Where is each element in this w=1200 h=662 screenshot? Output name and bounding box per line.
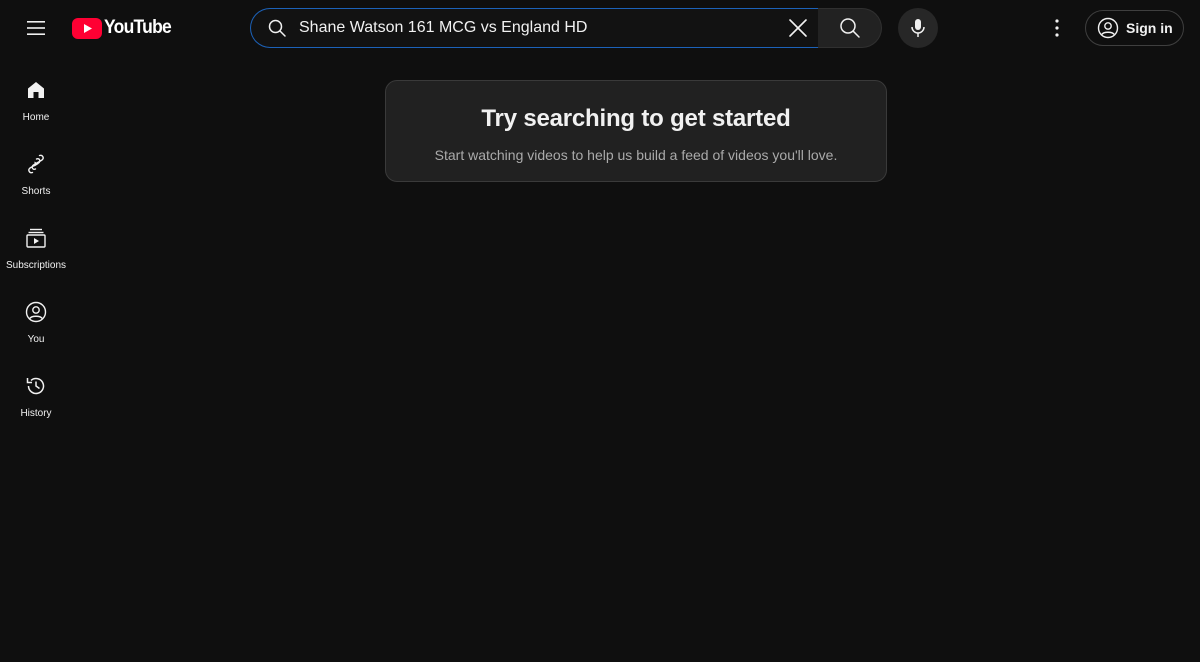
sign-in-label: Sign in <box>1126 20 1173 36</box>
youtube-play-logo-icon <box>72 17 102 39</box>
sidebar-item-label: You <box>27 334 45 345</box>
search-icon <box>839 18 860 38</box>
sign-in-button[interactable]: Sign in <box>1085 10 1184 46</box>
home-icon <box>24 78 48 102</box>
sidebar-item-home[interactable]: Home <box>4 56 68 130</box>
logo-wordmark: YouTube <box>104 17 172 38</box>
search-box[interactable] <box>250 8 818 48</box>
search-input[interactable] <box>299 9 778 47</box>
sidebar-item-label: Shorts <box>21 186 51 197</box>
sidebar-item-label: Subscriptions <box>5 260 67 271</box>
hamburger-menu-icon <box>27 21 45 35</box>
voice-search-button[interactable] <box>898 8 938 48</box>
sidebar-item-history[interactable]: History <box>4 352 68 426</box>
search-button[interactable] <box>818 8 882 48</box>
sidebar-item-shorts[interactable]: Shorts <box>4 130 68 204</box>
settings-more-button[interactable] <box>1037 8 1077 48</box>
sidebar-item-label: Home <box>22 112 50 123</box>
microphone-icon <box>911 19 925 37</box>
sidebar-item-you[interactable]: You <box>4 278 68 352</box>
prompt-subtitle: Start watching videos to help us build a… <box>434 147 838 163</box>
empty-feed-prompt: Try searching to get started Start watch… <box>385 80 887 182</box>
prompt-title: Try searching to get started <box>481 105 791 132</box>
guide-menu-button[interactable] <box>16 8 56 48</box>
sidebar-item-label: History <box>20 408 52 419</box>
account-circle-icon <box>1097 17 1119 39</box>
shorts-icon <box>24 152 48 176</box>
subscriptions-icon <box>24 226 48 250</box>
more-vertical-icon <box>1055 19 1059 37</box>
you-icon <box>24 300 48 324</box>
sidebar-item-subscriptions[interactable]: Subscriptions <box>4 204 68 278</box>
close-icon <box>789 19 807 37</box>
clear-search-button[interactable] <box>778 8 818 48</box>
top-bar: YouTube Shane Watson 161 MCG vs England … <box>0 0 1200 56</box>
youtube-logo[interactable]: YouTube <box>72 16 177 40</box>
search-icon <box>267 18 287 38</box>
history-icon <box>24 374 48 398</box>
